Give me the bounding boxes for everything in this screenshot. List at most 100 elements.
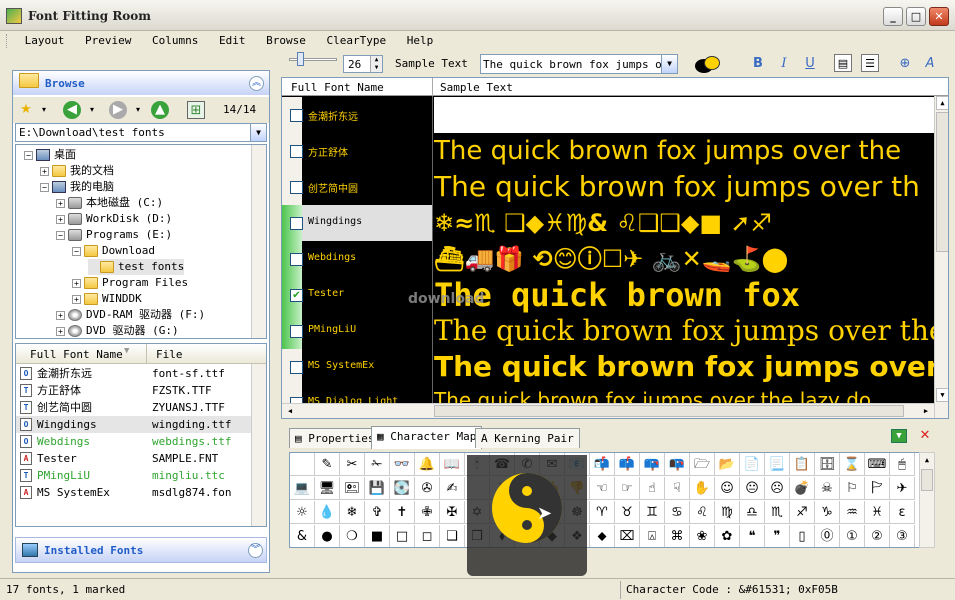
character-cell[interactable]: 📃 [765,453,790,476]
character-cell[interactable]: ☹ [765,477,790,500]
scroll-thumb[interactable] [936,112,948,252]
character-cell[interactable]: ❍ [340,525,365,547]
menu-edit[interactable]: Edit [212,34,253,47]
tree-node[interactable]: + DVD 驱动器 (G:) [56,323,179,338]
underline-button[interactable]: U [801,55,819,73]
expand-toggle-icon[interactable]: + [56,326,65,336]
font-preview-row[interactable]: 创艺简中圆 The quick brown fox jumps over th [282,169,934,205]
minimize-button[interactable]: _ [883,7,903,26]
charmap-scrollbar[interactable]: ▲ [919,452,935,548]
character-cell[interactable]: ⌧ [615,525,640,547]
font-list-scrollbar[interactable] [251,364,266,526]
export-icon[interactable]: ▼ [891,429,907,443]
expand-toggle-icon[interactable]: − [24,150,33,160]
menu-preview[interactable]: Preview [78,34,138,47]
character-cell[interactable]: ❀ [690,525,715,547]
tree-node[interactable]: − Download [72,243,155,259]
grid-col-sample[interactable]: Sample Text [440,81,513,94]
italic-button[interactable]: I [775,55,793,73]
font-preview-row[interactable]: ✔ Tester The quick brown fox [282,277,934,313]
character-cell[interactable]: ε [890,501,915,524]
font-list-row[interactable]: O Wingdings wingding.ttf [16,416,251,433]
character-cell[interactable]: ✞ [365,501,390,524]
character-cell[interactable]: ♉ [615,501,640,524]
mark-checkbox[interactable] [290,325,303,338]
font-size-stepper[interactable]: 26 ▲ ▼ [343,55,383,73]
character-cell[interactable]: 💻 [290,477,315,500]
font-list-row[interactable]: O Webdings webdings.ttf [16,433,251,450]
character-cell[interactable]: 💧 [315,501,340,524]
font-preview-row[interactable]: 金潮折东远 [282,97,934,133]
grid-hscrollbar[interactable]: ◀ ▶ [282,403,934,418]
expand-toggle-icon[interactable]: + [72,278,81,288]
expand-toggle-icon[interactable]: + [56,214,65,224]
back-arrow-icon[interactable]: ◀ [63,101,81,119]
font-list-row[interactable]: T 创艺简中圆 ZYUANSJ.TTF [16,399,251,416]
character-cell[interactable]: ⬥ [590,525,615,547]
scroll-left-icon[interactable]: ◀ [283,404,297,418]
character-cell[interactable]: ❝ [740,525,765,547]
character-cell[interactable]: □ [390,525,415,547]
character-cell[interactable]: 🗄 [815,453,840,476]
tree-node[interactable]: − 桌面 [24,147,76,163]
character-cell[interactable]: ❄ [340,501,365,524]
character-cell[interactable]: 📪 [640,453,665,476]
tree-node[interactable]: − Programs (E:) [56,227,172,243]
character-cell[interactable]: 📖 [440,453,465,476]
font-preview-row[interactable]: 方正舒体 The quick brown fox jumps over the [282,133,934,169]
menu-columns[interactable]: Columns [145,34,205,47]
character-cell[interactable]: ♈ [590,501,615,524]
character-cell[interactable]: 😐 [740,477,765,500]
font-preview-row[interactable]: PMingLiU The quick brown fox jumps over t… [282,313,934,349]
maximize-button[interactable]: □ [906,7,926,26]
mark-checkbox[interactable] [290,253,303,266]
character-cell[interactable]: ✿ [715,525,740,547]
character-cell[interactable]: 🗁 [690,453,715,476]
tree-node[interactable]: + WorkDisk (D:) [56,211,172,227]
font-preview-row[interactable]: Webdings ⛴🚚🎁 ⟲😊ⓘ☐✈ 🚲✕🚤⛳⬤ [282,241,934,277]
font-style-icon[interactable]: A [921,55,939,73]
expand-toggle-icon[interactable]: − [56,230,65,240]
tree-node[interactable]: test fonts [88,259,185,275]
charmap-scroll-thumb[interactable] [921,469,933,491]
character-cell[interactable]: ③ [890,525,915,547]
font-preview-row[interactable]: MS SystemEx The quick brown fox jumps ove… [282,349,934,385]
mark-checkbox[interactable] [290,217,303,230]
character-cell[interactable]: ☞ [615,477,640,500]
tab-properties[interactable]: ▤ Properties [289,428,381,448]
col-file[interactable]: File [156,348,183,361]
character-cell[interactable]: ♒ [840,501,865,524]
size-slider-thumb[interactable] [297,52,304,66]
tree-node[interactable]: + 我的文档 [40,163,114,179]
mark-checkbox[interactable] [290,109,303,122]
back-dropdown-icon[interactable]: ▾ [83,101,101,119]
hscroll-thumb[interactable] [434,405,904,417]
tree-node[interactable]: + 本地磁盘 (C:) [56,195,163,211]
tree-view-icon[interactable]: ⊞ [187,101,205,119]
character-cell[interactable]: ② [865,525,890,547]
character-cell[interactable]: ⌘ [665,525,690,547]
sample-text-combo[interactable]: The quick brown fox jumps over ▼ [480,54,678,74]
favorites-star-icon[interactable]: ★ [17,101,35,119]
forward-arrow-icon[interactable]: ▶ [109,101,127,119]
character-cell[interactable]: 🏱 [865,477,890,500]
expand-toggle-icon[interactable]: + [72,294,81,304]
forward-dropdown-icon[interactable]: ▾ [129,101,147,119]
character-cell[interactable]: ✋ [690,477,715,500]
character-cell[interactable]: 🖱 [890,453,915,476]
spin-arrows-icon[interactable]: ▲ ▼ [370,56,382,72]
sample-dropdown-icon[interactable]: ▼ [661,55,677,73]
character-cell[interactable]: ♎ [740,501,765,524]
col-full-font-name[interactable]: Full Font Name [30,348,123,361]
character-cell[interactable]: 👓 [390,453,415,476]
charmap-scroll-up-icon[interactable]: ▲ [920,453,934,467]
font-preview-row[interactable]: Wingdings ❄≈♏ ❑◆♓♍& ♌❑❑◆■ ➚♐ [282,205,934,241]
character-cell[interactable]: 📭 [665,453,690,476]
character-cell[interactable]: 📫 [615,453,640,476]
path-dropdown-icon[interactable]: ▼ [250,124,266,141]
up-arrow-icon[interactable]: ▲ [151,101,169,119]
character-cell[interactable]: ♋ [665,501,690,524]
character-cell[interactable]: 💽 [390,477,415,500]
character-cell[interactable]: ♓ [865,501,890,524]
favorites-dropdown-icon[interactable]: ▾ [35,101,53,119]
